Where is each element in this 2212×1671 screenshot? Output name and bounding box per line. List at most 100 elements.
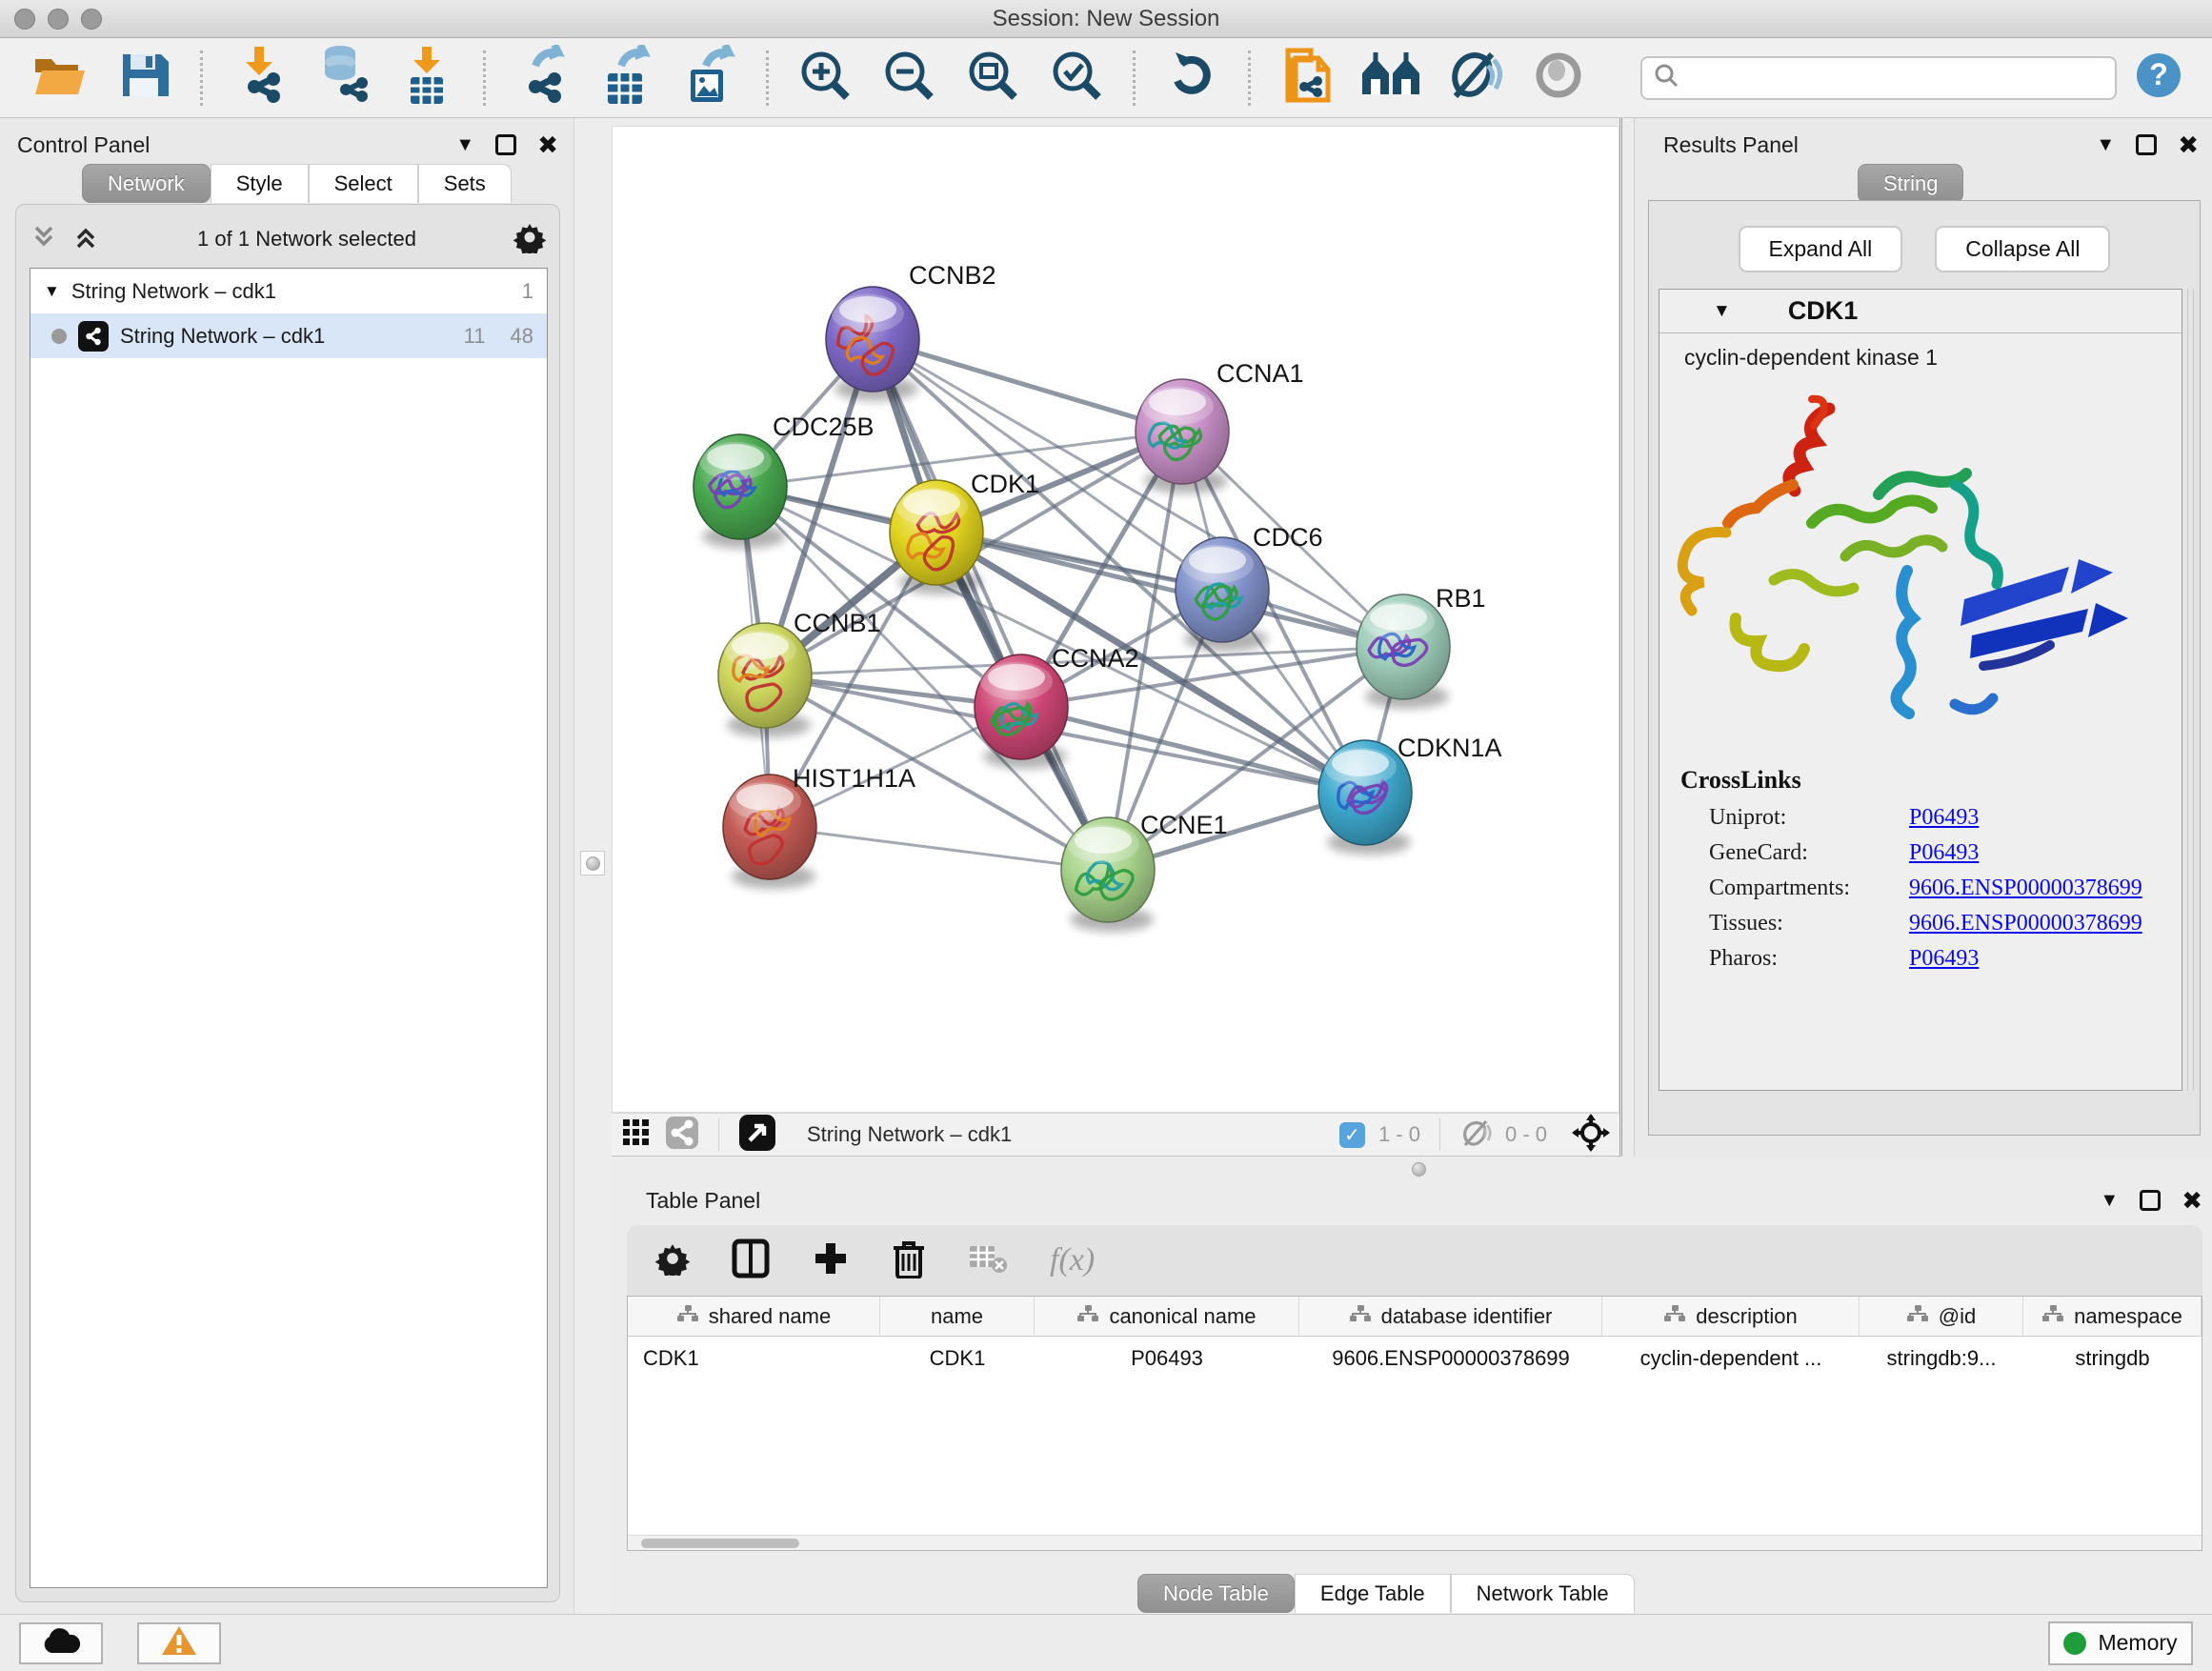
open-session-button[interactable] bbox=[25, 47, 95, 110]
share-view-icon[interactable] bbox=[665, 1116, 699, 1155]
export-table-button[interactable] bbox=[591, 47, 661, 110]
tab-network[interactable]: Network bbox=[82, 164, 211, 203]
network-canvas[interactable]: CCNB2CCNA1CDC25BCDK1CDC6RB1CCNB1CCNA2CDK… bbox=[612, 126, 1619, 1113]
collapse-all-chevron-icon[interactable] bbox=[30, 223, 58, 256]
tab-string[interactable]: String bbox=[1858, 164, 1963, 203]
delete-column-trash-icon[interactable] bbox=[892, 1238, 926, 1283]
zoom-out-button[interactable] bbox=[874, 47, 944, 110]
close-panel-icon[interactable]: ✖ bbox=[2178, 131, 2199, 160]
network-node-HIST1H1A[interactable]: HIST1H1A bbox=[723, 764, 915, 889]
expand-all-button[interactable]: Expand All bbox=[1739, 226, 1903, 272]
memory-button[interactable]: Memory bbox=[2048, 1621, 2193, 1665]
zoom-selected-icon bbox=[1049, 48, 1104, 108]
zoom-in-button[interactable] bbox=[790, 47, 860, 110]
column-header-shared-name[interactable]: shared name bbox=[628, 1297, 880, 1336]
crosslink-compartments-link[interactable]: 9606.ENSP00000378699 bbox=[1909, 876, 2142, 901]
network-node-CCNB2[interactable]: CCNB2 bbox=[826, 261, 996, 401]
warning-status-button[interactable] bbox=[137, 1622, 221, 1664]
maximize-panel-icon[interactable] bbox=[2140, 1190, 2161, 1211]
eye-button[interactable] bbox=[1523, 47, 1594, 110]
column-header-name[interactable]: name bbox=[880, 1297, 1035, 1336]
network-collection-row[interactable]: ▼ String Network – cdk1 1 bbox=[30, 269, 547, 313]
eye-slash-icon bbox=[1446, 49, 1503, 107]
left-splitter-handle[interactable] bbox=[580, 851, 605, 876]
save-session-button[interactable] bbox=[109, 47, 179, 110]
column-header-namespace[interactable]: namespace bbox=[2023, 1297, 2202, 1336]
network-node-RB1[interactable]: RB1 bbox=[1357, 584, 1486, 709]
expand-all-chevron-icon[interactable] bbox=[71, 223, 100, 256]
crosslink-row: Tissues:9606.ENSP00000378699 bbox=[1659, 906, 2182, 941]
network-node-CDC25B[interactable]: CDC25B bbox=[694, 413, 875, 549]
right-splitter[interactable] bbox=[1619, 118, 1635, 1157]
network-node-CCNE1[interactable]: CCNE1 bbox=[1061, 811, 1228, 932]
crosshair-icon[interactable] bbox=[1572, 1114, 1610, 1157]
horizontal-splitter-handle[interactable] bbox=[1412, 1162, 1426, 1177]
scrollbar-thumb[interactable] bbox=[641, 1539, 799, 1548]
tab-network-table[interactable]: Network Table bbox=[1451, 1574, 1635, 1613]
add-column-icon[interactable] bbox=[812, 1239, 850, 1282]
column-header-@id[interactable]: @id bbox=[1860, 1297, 2023, 1336]
table-horizontal-scrollbar[interactable] bbox=[628, 1535, 2202, 1550]
network-row[interactable]: String Network – cdk1 11 48 bbox=[30, 313, 547, 358]
tab-sets[interactable]: Sets bbox=[418, 164, 512, 203]
hidden-eye-slash-icon[interactable] bbox=[1459, 1118, 1492, 1152]
export-image-button[interactable] bbox=[674, 47, 745, 110]
search-input[interactable] bbox=[1688, 66, 2103, 91]
crosslink-genecard-link[interactable]: P06493 bbox=[1909, 840, 1979, 866]
table-row[interactable]: CDK1CDK1P064939606.ENSP00000378699cyclin… bbox=[628, 1337, 2202, 1380]
zoom-fit-button[interactable] bbox=[957, 47, 1028, 110]
grid-view-icon[interactable] bbox=[621, 1117, 652, 1153]
maximize-panel-icon[interactable] bbox=[495, 134, 516, 155]
left-splitter[interactable] bbox=[573, 118, 612, 1614]
close-panel-icon[interactable]: ✖ bbox=[537, 131, 558, 160]
collapse-arrow-icon[interactable]: ▼ bbox=[44, 282, 60, 301]
float-panel-icon[interactable]: ▼ bbox=[455, 134, 474, 156]
table-settings-gear-icon[interactable] bbox=[655, 1241, 690, 1280]
cloud-status-button[interactable] bbox=[19, 1622, 103, 1664]
crosslink-tissues-link[interactable]: 9606.ENSP00000378699 bbox=[1909, 911, 2142, 936]
column-header-description[interactable]: description bbox=[1602, 1297, 1860, 1336]
crosslink-uniprot-link[interactable]: P06493 bbox=[1909, 805, 1979, 831]
column-header-canonical-name[interactable]: canonical name bbox=[1035, 1297, 1299, 1336]
export-network-file-button[interactable] bbox=[507, 47, 577, 110]
import-network-file-button[interactable] bbox=[224, 47, 294, 110]
database-network-icon bbox=[315, 45, 371, 111]
node-label-CCNE1: CCNE1 bbox=[1140, 811, 1228, 839]
close-panel-icon[interactable]: ✖ bbox=[2182, 1186, 2202, 1216]
refresh-button[interactable] bbox=[1156, 47, 1227, 110]
annotation-file-button[interactable] bbox=[1272, 47, 1342, 110]
maximize-panel-icon[interactable] bbox=[2136, 134, 2157, 155]
show-columns-icon[interactable] bbox=[732, 1238, 770, 1283]
zoom-selected-button[interactable] bbox=[1041, 47, 1112, 110]
birdseye-toggle-icon[interactable] bbox=[738, 1114, 776, 1157]
double-home-button[interactable] bbox=[1356, 47, 1426, 110]
float-panel-icon[interactable]: ▼ bbox=[2096, 134, 2115, 156]
network-node-CCNA1[interactable]: CCNA1 bbox=[1136, 359, 1304, 493]
network-svg[interactable]: CCNB2CCNA1CDC25BCDK1CDC6RB1CCNB1CCNA2CDK… bbox=[613, 127, 1620, 1114]
network-node-CDKN1A[interactable]: CDKN1A bbox=[1318, 734, 1502, 855]
gear-icon[interactable] bbox=[513, 221, 546, 258]
float-panel-icon[interactable]: ▼ bbox=[2100, 1190, 2119, 1212]
entry-collapse-arrow-icon[interactable]: ▼ bbox=[1713, 301, 1731, 322]
delete-table-icon[interactable] bbox=[968, 1242, 1008, 1279]
results-scrollbar[interactable] bbox=[2187, 289, 2194, 1091]
import-network-database-button[interactable] bbox=[308, 47, 378, 110]
collapse-all-button[interactable]: Collapse All bbox=[1935, 226, 2110, 272]
crosslink-pharos-link[interactable]: P06493 bbox=[1909, 946, 1979, 972]
column-header-database-identifier[interactable]: database identifier bbox=[1299, 1297, 1602, 1336]
node-table[interactable]: shared namenamecanonical namedatabase id… bbox=[627, 1296, 2202, 1551]
network-node-CCNA2[interactable]: CCNA2 bbox=[975, 644, 1139, 769]
hide-graphics-button[interactable] bbox=[1439, 47, 1510, 110]
help-button[interactable]: ? bbox=[2130, 47, 2187, 110]
tab-select[interactable]: Select bbox=[309, 164, 418, 203]
tab-style[interactable]: Style bbox=[211, 164, 309, 203]
tab-edge-table[interactable]: Edge Table bbox=[1295, 1574, 1451, 1613]
table-toolbar: f(x) bbox=[627, 1225, 2202, 1296]
network-node-CDK1[interactable]: CDK1 bbox=[890, 470, 1039, 594]
string-results-box: Expand All Collapse All ▼ CDK1 cyclin-de… bbox=[1648, 200, 2201, 1136]
import-table-button[interactable] bbox=[392, 47, 462, 110]
function-builder-button[interactable]: f(x) bbox=[1050, 1242, 1095, 1278]
refresh-icon bbox=[1166, 49, 1217, 107]
selected-checkbox-icon[interactable]: ✓ bbox=[1339, 1122, 1365, 1148]
tab-node-table[interactable]: Node Table bbox=[1137, 1574, 1295, 1613]
